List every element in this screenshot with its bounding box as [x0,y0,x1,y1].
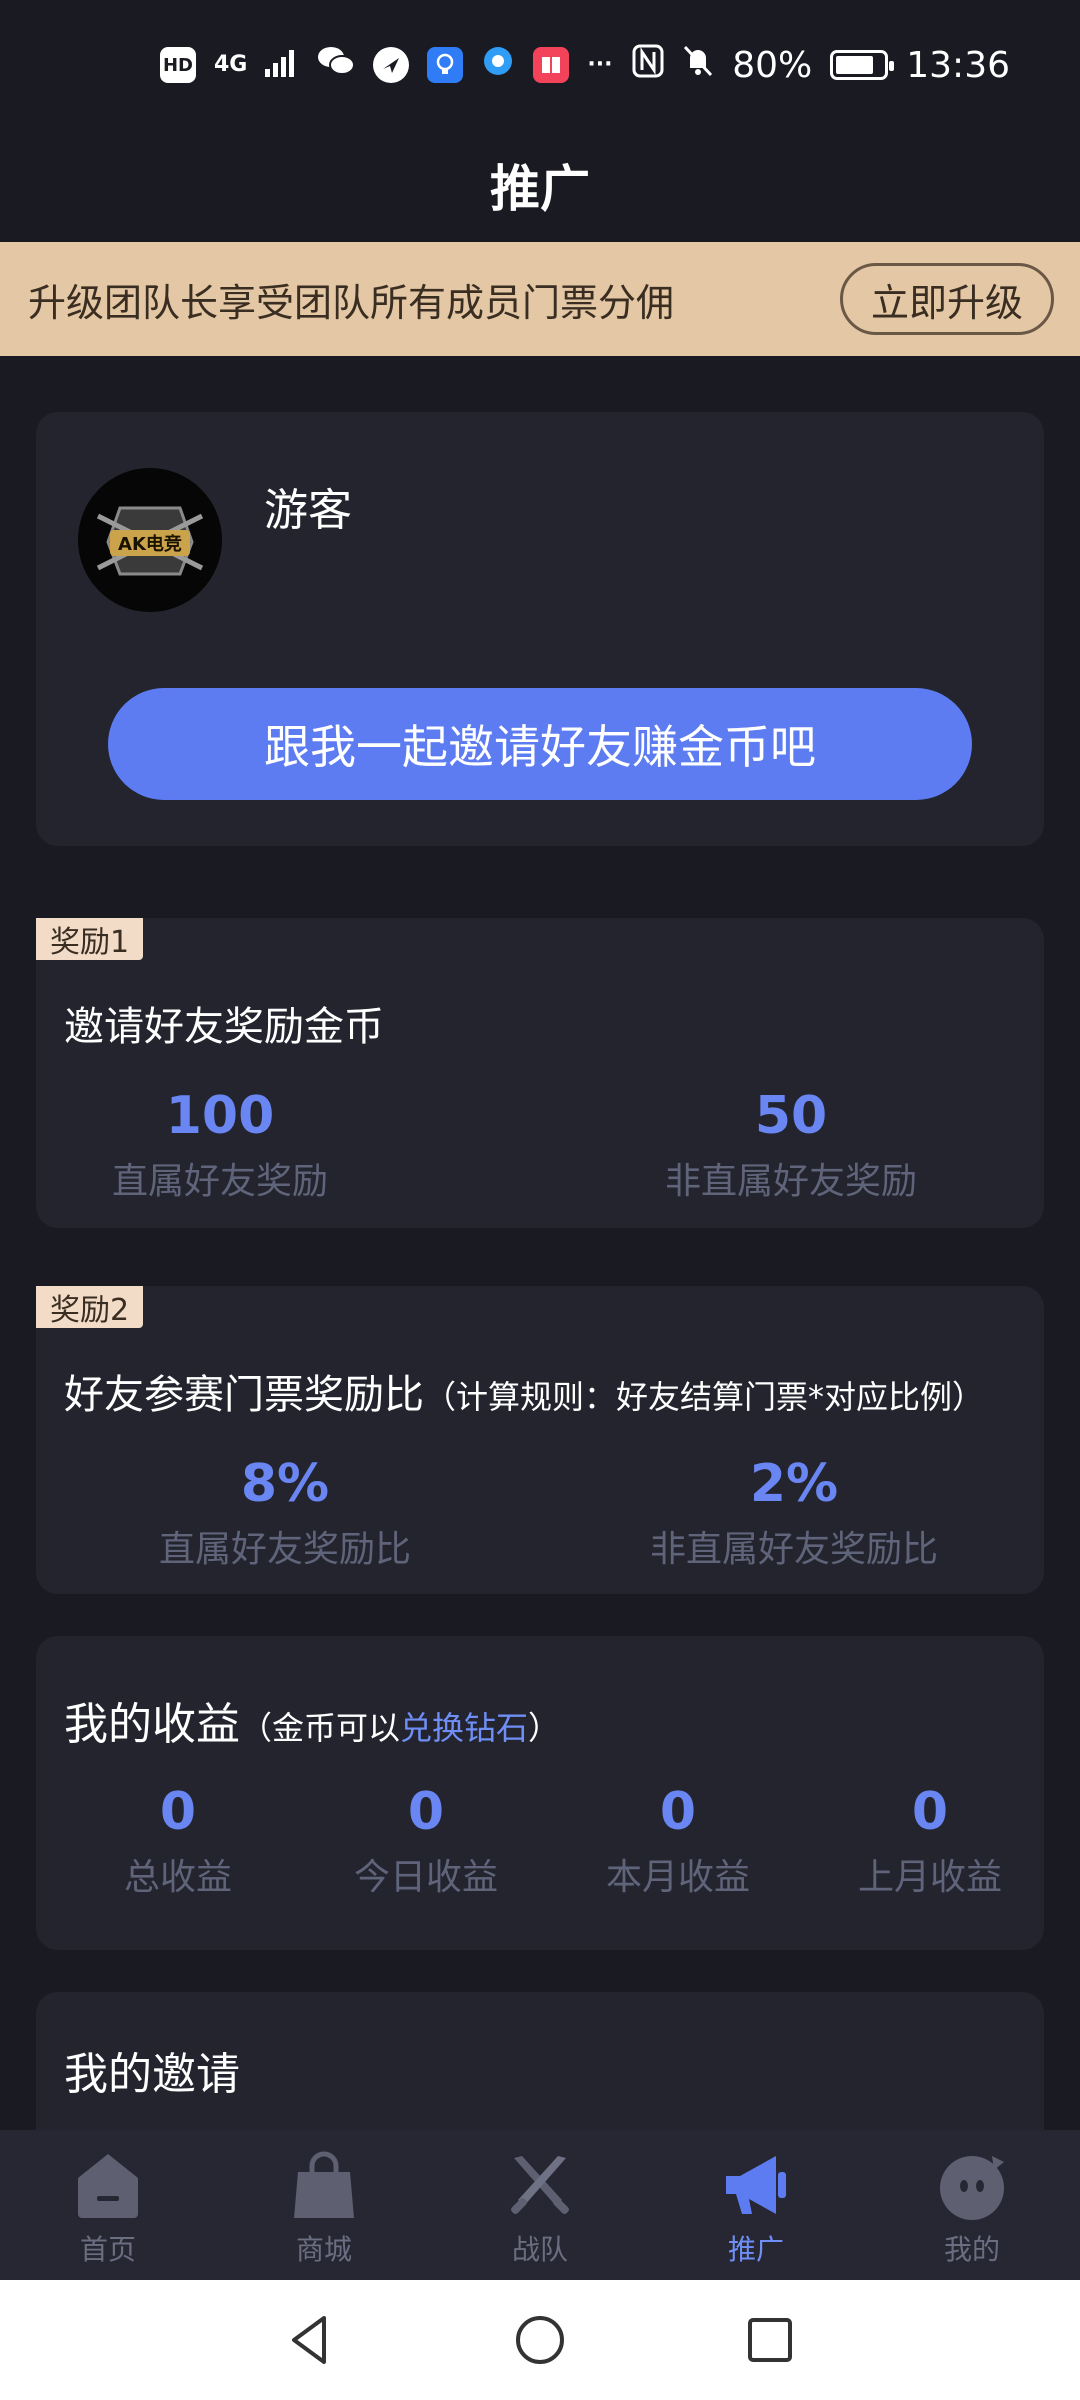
network-label: 4G [214,52,248,77]
direct-ratio-stat: 8% 直属好友奖励比 [150,1458,420,1572]
direct-ratio-label: 直属好友奖励比 [158,1529,411,1570]
more-notifications-icon: ··· [587,52,613,77]
invites-title: 我的邀请 [64,2049,240,2100]
earnings-label: 今日收益 [353,1857,498,1898]
exchange-diamond-link[interactable]: 兑换钻石 [400,1709,528,1747]
nav-item-home[interactable]: 首页 [0,2130,216,2280]
system-nav-bar [0,2280,1080,2400]
shopping-bag-icon [294,2151,354,2218]
hd-icon: HD [160,47,196,83]
my-earnings-card: 我的收益（金币可以兑换钻石） 0 总收益 0 今日收益 0 本月收益 0 上月收… [36,1636,1044,1950]
direct-reward-label: 直属好友奖励 [111,1161,328,1202]
earnings-label: 总收益 [123,1857,232,1898]
app-icon-book [533,47,570,83]
battery-level [836,56,874,74]
earnings-note: （金币可以兑换钻石） [240,1709,560,1747]
month-earnings-stat: 0 本月收益 [588,1786,768,1900]
ak-esports-logo: AK电竞 [78,468,222,612]
nav-item-promote[interactable]: 推广 [648,2130,864,2280]
calc-rule-note: （计算规则：好友结算门票*对应比例） [424,1378,985,1416]
wechat-icon [317,45,356,86]
crossed-swords-icon [511,2156,569,2214]
reward-card-2: 奖励2 好友参赛门票奖励比（计算规则：好友结算门票*对应比例） 8% 直属好友奖… [36,1286,1044,1594]
indirect-reward-label: 非直属好友奖励 [664,1161,917,1202]
page-title: 推广 [490,160,590,218]
earnings-value: 0 [659,1782,697,1842]
profile-face-icon [940,2156,1004,2220]
clock: 13:36 [906,44,1010,86]
status-bar: HD 4G ··· 80% 13:36 [0,0,1080,130]
username: 游客 [264,485,352,536]
last-month-earnings-stat: 0 上月收益 [840,1786,1020,1900]
total-earnings-stat: 0 总收益 [88,1786,268,1900]
mute-bell-icon [682,44,714,87]
direct-ratio-value: 8% [240,1454,330,1514]
svg-text:AK电竞: AK电竞 [118,533,182,555]
megaphone-icon [726,2156,786,2214]
direct-reward-value: 100 [165,1086,275,1146]
indirect-reward-stat: 50 非直属好友奖励 [656,1090,926,1204]
reward-title-text: 好友参赛门票奖励比 [64,1372,424,1418]
upgrade-banner-text: 升级团队长享受团队所有成员门票分佣 [28,280,675,325]
earnings-title-text: 我的收益 [64,1699,240,1750]
today-earnings-stat: 0 今日收益 [336,1786,516,1900]
home-icon [78,2154,138,2218]
earnings-label: 本月收益 [605,1857,750,1898]
profile-card: AK电竞 游客 跟我一起邀请好友赚金币吧 [36,412,1044,846]
home-circle-icon[interactable] [510,2310,570,2370]
nav-item-mine[interactable]: 我的 [864,2130,1080,2280]
status-bar-left: HD 4G ··· [160,44,612,87]
battery-percent: 80% [732,44,813,86]
invite-friends-button[interactable]: 跟我一起邀请好友赚金币吧 [108,688,972,800]
nfc-icon [632,44,664,87]
nav-item-team[interactable]: 战队 [432,2130,648,2280]
app-icon-browser [481,44,515,87]
battery-icon [830,50,895,80]
status-bar-right: 80% 13:36 [632,44,1010,87]
earnings-label: 上月收益 [857,1857,1002,1898]
earnings-note-suffix: ） [528,1709,561,1747]
reward-tag: 奖励2 [36,1286,144,1328]
app-icon-bulb [427,47,464,83]
avatar[interactable]: AK电竞 [78,468,222,612]
indirect-reward-value: 50 [754,1086,828,1146]
nav-label: 商城 [295,2233,352,2266]
reward-title: 好友参赛门票奖励比（计算规则：好友结算门票*对应比例） [64,1362,984,1420]
nav-label: 战队 [511,2233,568,2266]
upgrade-banner: 升级团队长享受团队所有成员门票分佣 立即升级 [0,242,1080,356]
bottom-nav: 首页 商城 战队 推广 我的 [0,2130,1080,2280]
indirect-ratio-value: 2% [749,1454,839,1514]
recents-icon[interactable] [740,2310,800,2370]
indirect-ratio-stat: 2% 非直属好友奖励比 [634,1458,954,1572]
earnings-value: 0 [407,1782,445,1842]
upgrade-now-button[interactable]: 立即升级 [839,263,1054,335]
earnings-value: 0 [159,1782,197,1842]
direct-reward-stat: 100 直属好友奖励 [100,1090,340,1204]
indirect-ratio-label: 非直属好友奖励比 [649,1529,938,1570]
nav-label: 我的 [943,2233,1000,2266]
app-icon-bird [373,47,410,83]
earnings-note-prefix: （金币可以 [240,1709,401,1747]
earnings-value: 0 [911,1782,949,1842]
reward-title: 邀请好友奖励金币 [64,1004,384,1050]
nav-item-shop[interactable]: 商城 [216,2130,432,2280]
back-icon[interactable] [280,2310,340,2370]
my-invites-card: 我的邀请 [36,1992,1044,2132]
reward-card-1: 奖励1 邀请好友奖励金币 100 直属好友奖励 50 非直属好友奖励 [36,918,1044,1228]
nav-label: 首页 [79,2233,136,2266]
earnings-title: 我的收益（金币可以兑换钻石） [64,1688,560,1752]
reward-tag: 奖励1 [36,918,144,960]
nav-label: 推广 [727,2233,784,2266]
signal-icon [265,45,299,86]
